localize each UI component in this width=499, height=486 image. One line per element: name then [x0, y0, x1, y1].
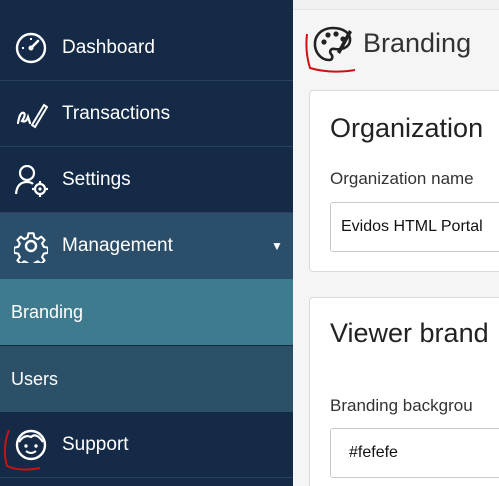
sidebar-item-label: Management — [62, 234, 173, 256]
chevron-down-icon: ▼ — [271, 238, 283, 253]
sidebar-subitem-label: Branding — [11, 301, 84, 322]
main-content: Branding Organization Organization name … — [293, 0, 499, 486]
sidebar-item-transactions[interactable]: Transactions — [0, 81, 293, 147]
branding-background-input[interactable]: #fefefe — [330, 428, 499, 478]
top-bar — [293, 0, 499, 10]
field-label: Branding backgrou — [330, 396, 473, 415]
viewer-branding-card: Viewer brand Branding backgrou #fefefe — [309, 297, 499, 486]
palette-icon — [313, 26, 352, 62]
sidebar-item-management[interactable]: Management ▼ — [0, 213, 293, 279]
sidebar-subitem-label: Users — [11, 368, 59, 389]
card-heading: Viewer brand — [330, 318, 489, 348]
sidebar-item-label: Dashboard — [62, 36, 155, 58]
support-face-icon — [15, 429, 47, 460]
page-title: Branding — [363, 28, 472, 58]
sidebar: Dashboard Transactions Settings Manageme… — [0, 0, 293, 486]
input-value: #fefefe — [349, 444, 398, 461]
sidebar-item-dashboard[interactable]: Dashboard — [0, 15, 293, 81]
sidebar-item-label: Support — [62, 433, 129, 455]
sidebar-item-support[interactable]: Support — [0, 412, 293, 478]
sidebar-item-settings[interactable]: Settings — [0, 147, 293, 213]
sidebar-item-label: Settings — [62, 168, 131, 190]
user-settings-icon — [14, 164, 48, 197]
sidebar-item-label: Transactions — [62, 102, 171, 124]
sidebar-subitem-branding[interactable]: Branding — [0, 279, 293, 345]
sidebar-subitem-users[interactable]: Users — [0, 346, 293, 412]
gear-icon — [14, 231, 48, 263]
input-value: Evidos HTML Portal — [341, 218, 483, 235]
card-heading: Organization — [330, 113, 484, 143]
dashboard-icon — [15, 32, 47, 63]
field-label: Organization name — [330, 169, 474, 188]
organization-name-input[interactable]: Evidos HTML Portal — [330, 202, 499, 252]
signature-icon — [16, 103, 48, 128]
organization-card: Organization Organization name Evidos HT… — [309, 90, 499, 272]
